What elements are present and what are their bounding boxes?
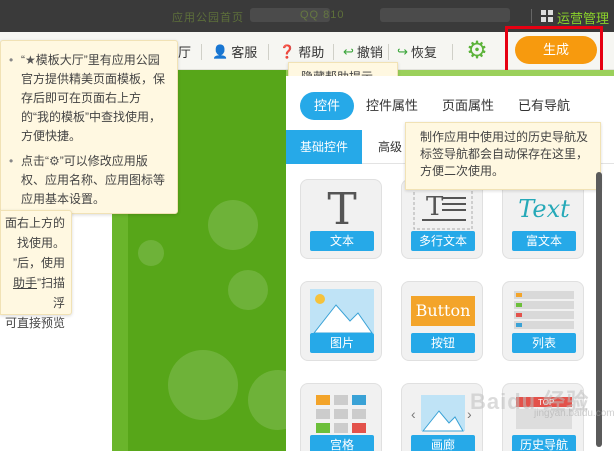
toolbar-label: 客服 [231,45,258,60]
control-card-image[interactable]: 图片 [300,281,382,361]
button-icon: Button [410,288,476,334]
toolbar-label: 厅 [178,45,192,60]
button-glyph: Button [411,296,475,326]
tab-existing-navigation[interactable]: 已有导航 [518,92,570,120]
decorative-bubble [138,240,164,266]
undo-button[interactable]: ↩ 撤销 [343,42,383,61]
decorative-bubble [248,370,286,430]
toolbar-label: 帮助 [298,45,325,60]
divider [201,44,202,60]
tab-page-properties[interactable]: 页面属性 [442,92,494,120]
toolbar-label: 撤销 [356,45,383,60]
control-card-text[interactable]: T 文本 [300,179,382,259]
undo-icon: ↩ [343,43,354,59]
ops-management-link[interactable]: 运营管理 [557,8,609,27]
text-glyph: T [327,183,357,235]
blurred-account-text: 应用公园首页 [172,12,244,24]
template-hint-tooltip: “★模板大厅”里有应用公园官方提供精美页面模板，保存后即可在页面右上方的“我的模… [0,40,178,214]
divider [388,44,389,60]
control-label: 画廊 [411,435,475,451]
control-label: 宫格 [310,435,374,451]
divider [452,44,453,60]
blurred-region [380,8,510,22]
rich-text-glyph: Text [518,195,570,223]
panel-tabs: 控件 控件属性 页面属性 已有导航 [286,88,614,120]
gallery-icon: ‹ › [410,390,476,436]
control-card-rich-text[interactable]: Text 富文本 [502,179,584,259]
control-label: 多行文本 [411,231,475,251]
app-settings-gear-icon[interactable]: ⚙ [464,38,490,64]
subtab-basic-controls[interactable]: 基础控件 [286,130,363,164]
decorative-bubble [228,270,268,310]
control-label: 文本 [310,231,374,251]
control-card-list[interactable]: 列表 [502,281,584,361]
hint-item-settings: 点击“⚙”可以修改应用版权、应用名称、应用图标等应用基本设置。 [9,152,167,209]
history-nav-tooltip: 制作应用中使用过的历史导航及标签导航都会自动保存在这里，方便二次使用。 [405,122,601,190]
multiline-text-icon: T [410,186,476,232]
image-icon [309,288,375,334]
control-label: 富文本 [512,231,576,251]
decorative-bubble [168,350,238,420]
divider [531,9,532,23]
control-card-grid[interactable]: 宫格 [300,383,382,451]
list-icon [511,288,577,334]
divider [268,44,269,60]
redo-button[interactable]: ↪ 恢复 [397,42,437,61]
decorative-bubble [208,200,258,250]
tab-control-properties[interactable]: 控件属性 [366,92,418,120]
star-icon: ★ [25,53,36,67]
hint-text: 模板大厅”里有应用公园官方提供精美页面模板，保存后即可在页面右上方的“我的模板”… [21,53,166,143]
watermark-url: jingyan.baidu.com [534,408,614,419]
template-hall-button[interactable]: 厅 [178,42,191,61]
divider [333,44,334,60]
hint-line: ”后，使用 [13,256,65,270]
customer-service-button[interactable]: 👤 客服 [212,42,257,61]
gear-icon: ⚙ [49,154,60,168]
control-label: 图片 [310,333,374,353]
toolbar-label: 恢复 [410,45,437,60]
hint-text: ”扫描浮 [37,276,65,310]
control-label: 历史导航 [512,435,576,451]
hint-item-template-hall: “★模板大厅”里有应用公园官方提供精美页面模板，保存后即可在页面右上方的“我的模… [9,51,167,146]
hint-line: 可直接预览 [5,316,66,330]
control-card-multiline-text[interactable]: T 多行文本 [401,179,483,259]
help-icon: ❓ [279,43,296,59]
assistant-link[interactable]: 助手 [13,276,37,290]
hint-text: 点击“ [21,154,49,168]
grid-menu-icon[interactable] [541,10,553,22]
text-icon: T [309,183,375,235]
rich-text-icon: Text [511,186,577,232]
tab-controls[interactable]: 控件 [300,92,355,120]
control-card-button[interactable]: Button 按钮 [401,281,483,361]
blurred-qq-text: QQ 810 [300,9,345,21]
preview-hint-tooltip: 面右上方的 找使用。 ”后，使用 助手”扫描浮 可直接预览 [0,210,72,330]
hint-line: 面右上方的 [5,216,66,230]
panel-scrollbar[interactable] [596,172,602,447]
redo-icon: ↪ [397,43,408,59]
grid-icon [309,390,375,436]
svg-text:T: T [426,192,444,222]
user-icon: 👤 [212,43,229,59]
hint-line: 找使用。 [16,236,65,250]
help-button[interactable]: ❓ 帮助 [279,42,324,61]
control-label: 列表 [512,333,576,353]
control-label: 按钮 [411,333,475,353]
svg-text:‹: ‹ [411,406,416,422]
hint-line: 助手”扫描浮 [5,273,65,313]
